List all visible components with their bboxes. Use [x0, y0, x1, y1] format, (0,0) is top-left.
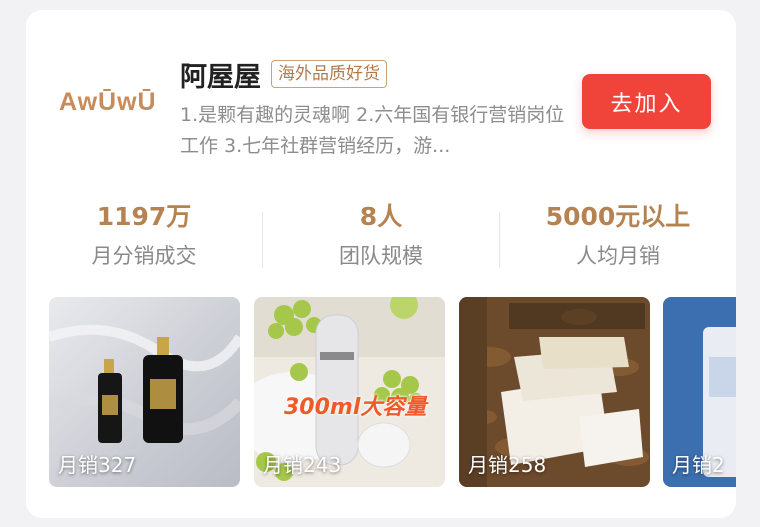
- shop-card[interactable]: AwŪwŪ 阿屋屋 海外品质好货 1.是颗有趣的灵魂啊 2.六年国有银行营销岗位…: [26, 10, 736, 518]
- product-sales: 月销2: [672, 453, 725, 477]
- product-card[interactable]: 月销258: [459, 297, 650, 487]
- product-card[interactable]: 300ml大容量 月销243: [254, 297, 445, 487]
- product-sales: 月销243: [263, 453, 342, 477]
- stat-value: 8人: [359, 202, 403, 231]
- stat-avg-sales: 5000元以上 人均月销: [500, 200, 736, 270]
- product-card[interactable]: 月销2: [663, 297, 736, 487]
- stat-value: 1197万: [96, 202, 192, 231]
- product-card[interactable]: 月销327: [49, 297, 240, 487]
- shop-stats: 1197万 月分销成交 8人 团队规模 5000元以上 人均月销: [26, 200, 736, 280]
- shop-name: 阿屋屋: [180, 61, 261, 93]
- stat-label: 团队规模: [339, 244, 423, 268]
- product-sales: 月销327: [58, 453, 137, 477]
- stat-value: 5000元以上: [545, 202, 691, 231]
- product-promo-text: 300ml大容量: [284, 395, 427, 420]
- shop-logo: AwŪwŪ: [59, 87, 157, 116]
- shop-tag-badge: 海外品质好货: [271, 60, 387, 88]
- product-sales: 月销258: [468, 453, 547, 477]
- shop-description: 1.是颗有趣的灵魂啊 2.六年国有银行营销岗位工作 3.七年社群营销经历，游..…: [180, 104, 565, 157]
- stat-label: 月分销成交: [91, 244, 197, 268]
- stat-team-size: 8人 团队规模: [263, 200, 499, 270]
- join-button[interactable]: 去加入: [582, 74, 711, 129]
- stat-label: 人均月销: [576, 244, 660, 268]
- shop-name-row: 阿屋屋 海外品质好货: [180, 54, 387, 94]
- product-strip[interactable]: 月销327 300ml大容量 月销243 月销258 月销2: [49, 297, 736, 487]
- stat-monthly-sales: 1197万 月分销成交: [26, 200, 262, 270]
